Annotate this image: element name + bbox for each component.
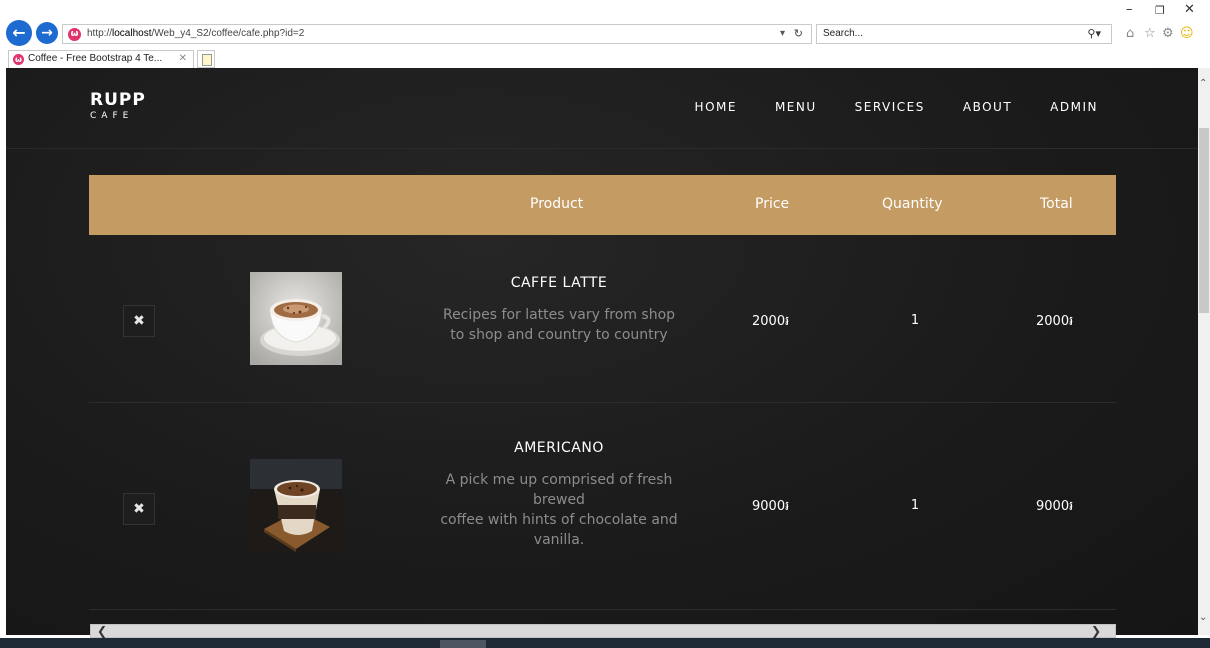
browser-tab[interactable]: ω Coffee - Free Bootstrap 4 Te... ✕ [8, 50, 194, 68]
close-icon: ✖ [133, 501, 145, 517]
header-price: Price [755, 196, 790, 212]
item-quantity[interactable]: 1 [885, 498, 945, 513]
site-favicon-icon: ω [68, 28, 81, 41]
search-placeholder: Search... [823, 28, 864, 39]
americano-cup-photo [250, 459, 342, 552]
page-viewport: RUPP CAFE HOME MENU SERVICES ABOUT ADMIN… [6, 68, 1198, 635]
search-icon[interactable]: ⚲▾ [1087, 27, 1101, 40]
tab-favicon-icon: ω [13, 54, 24, 65]
product-name: CAFFE LATTE [510, 275, 608, 291]
tab-close-icon[interactable]: ✕ [179, 53, 187, 64]
taskbar-item[interactable] [440, 640, 486, 648]
dropdown-caret-icon[interactable]: ▾ [780, 28, 785, 39]
main-nav: HOME MENU SERVICES ABOUT ADMIN [695, 100, 1098, 114]
address-url[interactable]: http://localhost/Web_y4_S2/coffee/cafe.p… [87, 28, 304, 39]
nav-menu[interactable]: MENU [775, 100, 817, 114]
item-quantity[interactable]: 1 [885, 313, 945, 328]
back-arrow-icon[interactable]: ← [6, 20, 32, 46]
refresh-icon[interactable]: ↻ [794, 27, 803, 40]
desc-line: brewed [533, 492, 585, 508]
nav-home[interactable]: HOME [695, 100, 737, 114]
scroll-right-arrow-icon[interactable]: ❯ [1091, 624, 1101, 638]
close-icon: ✖ [133, 313, 145, 329]
row-divider [89, 402, 1116, 403]
brand-name: RUPP [90, 90, 146, 110]
smiley-feedback-icon[interactable]: ☺ [1180, 26, 1194, 41]
product-description: Recipes for lattes vary from shop to sho… [424, 305, 694, 345]
new-tab-button[interactable] [197, 50, 215, 68]
close-window-icon[interactable]: ✕ [1184, 2, 1195, 17]
nav-about[interactable]: ABOUT [963, 100, 1012, 114]
vertical-scrollbar[interactable]: ⌃ ⌄ [1198, 68, 1210, 635]
browser-search-box[interactable]: Search... ⚲▾ [816, 24, 1112, 44]
home-icon[interactable]: ⌂ [1126, 26, 1134, 41]
tab-title: Coffee - Free Bootstrap 4 Te... [28, 53, 163, 64]
header-total: Total [1040, 196, 1073, 212]
item-total: 9000៛ [1036, 499, 1074, 514]
scroll-down-arrow-icon[interactable]: ⌄ [1199, 612, 1207, 623]
desc-line: A pick me up comprised of fresh [445, 472, 673, 488]
os-taskbar [0, 638, 1210, 648]
remove-item-button[interactable]: ✖ [123, 305, 155, 337]
forward-arrow-icon[interactable]: → [36, 22, 58, 44]
browser-chrome: ← → ω http://localhost/Web_y4_S2/coffee/… [0, 0, 1210, 68]
row-divider [89, 609, 1116, 610]
scrollbar-thumb[interactable] [1199, 128, 1209, 313]
scroll-left-arrow-icon[interactable]: ❮ [97, 624, 107, 638]
latte-cup-photo [250, 272, 342, 365]
site-brand[interactable]: RUPP CAFE [90, 90, 146, 121]
desc-line: coffee with hints of chocolate and [440, 512, 678, 528]
item-total: 2000៛ [1036, 314, 1074, 329]
cart-table-header: Product Price Quantity Total [89, 175, 1116, 235]
nav-admin[interactable]: ADMIN [1050, 100, 1098, 114]
desc-line: Recipes for lattes vary from shop [442, 307, 676, 323]
address-bar[interactable]: ω http://localhost/Web_y4_S2/coffee/cafe… [62, 24, 812, 44]
horizontal-scrollbar[interactable]: ❮ ❯ [90, 624, 1116, 638]
minimize-icon[interactable]: – [1126, 2, 1133, 17]
desc-line: vanilla. [533, 532, 585, 548]
restore-icon[interactable]: ❐ [1155, 4, 1165, 17]
header-divider [6, 148, 1198, 149]
item-price: 2000៛ [752, 314, 790, 329]
header-quantity: Quantity [882, 196, 943, 212]
nav-services[interactable]: SERVICES [855, 100, 925, 114]
header-product: Product [530, 196, 584, 212]
brand-subtitle: CAFE [90, 111, 134, 121]
remove-item-button[interactable]: ✖ [123, 493, 155, 525]
item-price: 9000៛ [752, 499, 790, 514]
url-host: localhost [112, 28, 152, 39]
desc-line: to shop and country to country [450, 327, 668, 343]
settings-gear-icon[interactable]: ⚙ [1162, 26, 1174, 41]
scroll-up-arrow-icon[interactable]: ⌃ [1199, 78, 1207, 89]
favorites-star-icon[interactable]: ☆ [1144, 26, 1156, 41]
product-name: AMERICANO [514, 440, 604, 456]
url-prefix: http:// [87, 28, 113, 39]
url-path: /Web_y4_S2/coffee/cafe.php?id=2 [151, 28, 305, 39]
product-description: A pick me up comprised of fresh brewed c… [424, 470, 694, 550]
